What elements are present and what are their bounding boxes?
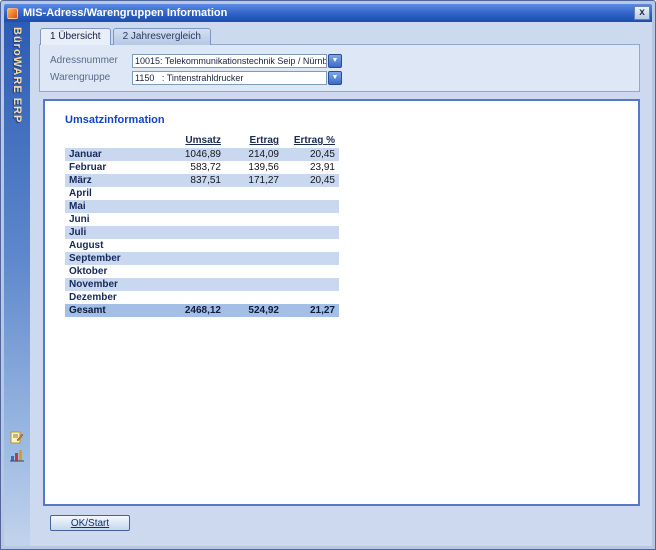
value-cell bbox=[225, 226, 283, 239]
warengruppe-field[interactable]: 1150 : Tintenstrahldrucker bbox=[132, 71, 327, 85]
value-cell bbox=[283, 252, 339, 265]
adressnummer-label: Adressnummer bbox=[50, 55, 132, 66]
adressnummer-row: Adressnummer 10015: Telekommunikationste… bbox=[50, 52, 631, 69]
month-cell: November bbox=[65, 278, 159, 291]
table-header-row: Umsatz Ertrag Ertrag % bbox=[65, 133, 339, 148]
value-cell: 20,45 bbox=[283, 174, 339, 187]
value-cell bbox=[159, 187, 225, 200]
month-cell: Oktober bbox=[65, 265, 159, 278]
value-cell bbox=[283, 265, 339, 278]
month-cell: Juni bbox=[65, 213, 159, 226]
note-icon[interactable] bbox=[10, 430, 24, 444]
value-cell bbox=[283, 226, 339, 239]
value-cell bbox=[283, 213, 339, 226]
table-row: November bbox=[65, 278, 339, 291]
table-row: August bbox=[65, 239, 339, 252]
value-cell: 20,45 bbox=[283, 148, 339, 161]
value-cell bbox=[225, 291, 283, 304]
tab-jahresvergleich[interactable]: 2 Jahresvergleich bbox=[113, 28, 211, 45]
value-cell bbox=[225, 213, 283, 226]
titlebar: MIS-Adress/Warengruppen Information x bbox=[4, 4, 652, 22]
app-window: MIS-Adress/Warengruppen Information x Bü… bbox=[0, 0, 656, 550]
month-cell: Januar bbox=[65, 148, 159, 161]
value-cell: 2468,12 bbox=[159, 304, 225, 317]
warengruppe-label: Warengruppe bbox=[50, 72, 132, 83]
ertrag-column-header: Ertrag bbox=[225, 133, 283, 148]
value-cell: 139,56 bbox=[225, 161, 283, 174]
value-cell bbox=[225, 200, 283, 213]
adressnummer-field[interactable]: 10015: Telekommunikationstechnik Seip / … bbox=[132, 54, 327, 68]
value-cell bbox=[283, 200, 339, 213]
value-cell: 214,09 bbox=[225, 148, 283, 161]
umsatz-column-header: Umsatz bbox=[159, 133, 225, 148]
month-cell: September bbox=[65, 252, 159, 265]
table-row: Juli bbox=[65, 226, 339, 239]
month-cell: April bbox=[65, 187, 159, 200]
month-cell: Juli bbox=[65, 226, 159, 239]
month-column-header bbox=[65, 133, 159, 148]
chart-icon[interactable] bbox=[10, 448, 24, 462]
table-row: Februar583,72139,5623,91 bbox=[65, 161, 339, 174]
value-cell: 171,27 bbox=[225, 174, 283, 187]
value-cell bbox=[159, 239, 225, 252]
total-row: Gesamt2468,12524,9221,27 bbox=[65, 304, 339, 317]
tab-bar: 1 Übersicht 2 Jahresvergleich bbox=[40, 28, 640, 45]
app-icon bbox=[7, 8, 18, 19]
ok-start-button[interactable]: OK/Start bbox=[50, 515, 130, 531]
month-cell: Mai bbox=[65, 200, 159, 213]
umsatz-table: Umsatz Ertrag Ertrag % Januar1046,89214,… bbox=[65, 133, 339, 317]
month-cell: Dezember bbox=[65, 291, 159, 304]
value-cell: 837,51 bbox=[159, 174, 225, 187]
value-cell bbox=[159, 213, 225, 226]
value-cell: 583,72 bbox=[159, 161, 225, 174]
value-cell bbox=[225, 265, 283, 278]
close-button[interactable]: x bbox=[634, 6, 650, 20]
value-cell: 1046,89 bbox=[159, 148, 225, 161]
table-row: Juni bbox=[65, 213, 339, 226]
month-cell: März bbox=[65, 174, 159, 187]
table-row: Mai bbox=[65, 200, 339, 213]
value-cell bbox=[159, 265, 225, 278]
adressnummer-dropdown-button[interactable]: ▼ bbox=[328, 54, 342, 68]
value-cell: 21,27 bbox=[283, 304, 339, 317]
brand-logo-text: BüroWARE ERP bbox=[11, 27, 23, 123]
table-row: März837,51171,2720,45 bbox=[65, 174, 339, 187]
table-row: September bbox=[65, 252, 339, 265]
window-title: MIS-Adress/Warengruppen Information bbox=[23, 7, 634, 19]
table-row: Oktober bbox=[65, 265, 339, 278]
value-cell bbox=[159, 291, 225, 304]
value-cell bbox=[225, 187, 283, 200]
table-row: Januar1046,89214,0920,45 bbox=[65, 148, 339, 161]
value-cell bbox=[283, 187, 339, 200]
ertrag-pct-column-header: Ertrag % bbox=[283, 133, 339, 148]
month-cell: Februar bbox=[65, 161, 159, 174]
value-cell bbox=[283, 291, 339, 304]
footer: OK/Start bbox=[39, 506, 640, 540]
value-cell bbox=[159, 278, 225, 291]
umsatz-table-body: Januar1046,89214,0920,45Februar583,72139… bbox=[65, 148, 339, 317]
table-row: Dezember bbox=[65, 291, 339, 304]
warengruppe-dropdown-button[interactable]: ▼ bbox=[328, 71, 342, 85]
panel-title: Umsatzinformation bbox=[65, 114, 628, 126]
value-cell: 524,92 bbox=[225, 304, 283, 317]
month-cell: August bbox=[65, 239, 159, 252]
value-cell: 23,91 bbox=[283, 161, 339, 174]
client-area: 1 Übersicht 2 Jahresvergleich Adressnumm… bbox=[30, 22, 652, 546]
umsatz-panel: Umsatzinformation Umsatz Ertrag Ertrag % bbox=[43, 99, 640, 506]
tab-uebersicht[interactable]: 1 Übersicht bbox=[40, 28, 111, 45]
month-cell: Gesamt bbox=[65, 304, 159, 317]
value-cell bbox=[159, 200, 225, 213]
warengruppe-row: Warengruppe 1150 : Tintenstrahldrucker ▼ bbox=[50, 69, 631, 86]
window-body: BüroWARE ERP 1 Übersi bbox=[4, 22, 652, 546]
sidebar: BüroWARE ERP bbox=[4, 22, 30, 546]
value-cell bbox=[159, 226, 225, 239]
value-cell bbox=[225, 239, 283, 252]
table-row: April bbox=[65, 187, 339, 200]
value-cell bbox=[283, 239, 339, 252]
value-cell bbox=[225, 252, 283, 265]
selection-groupbox: Adressnummer 10015: Telekommunikationste… bbox=[39, 44, 640, 92]
value-cell bbox=[283, 278, 339, 291]
value-cell bbox=[225, 278, 283, 291]
value-cell bbox=[159, 252, 225, 265]
